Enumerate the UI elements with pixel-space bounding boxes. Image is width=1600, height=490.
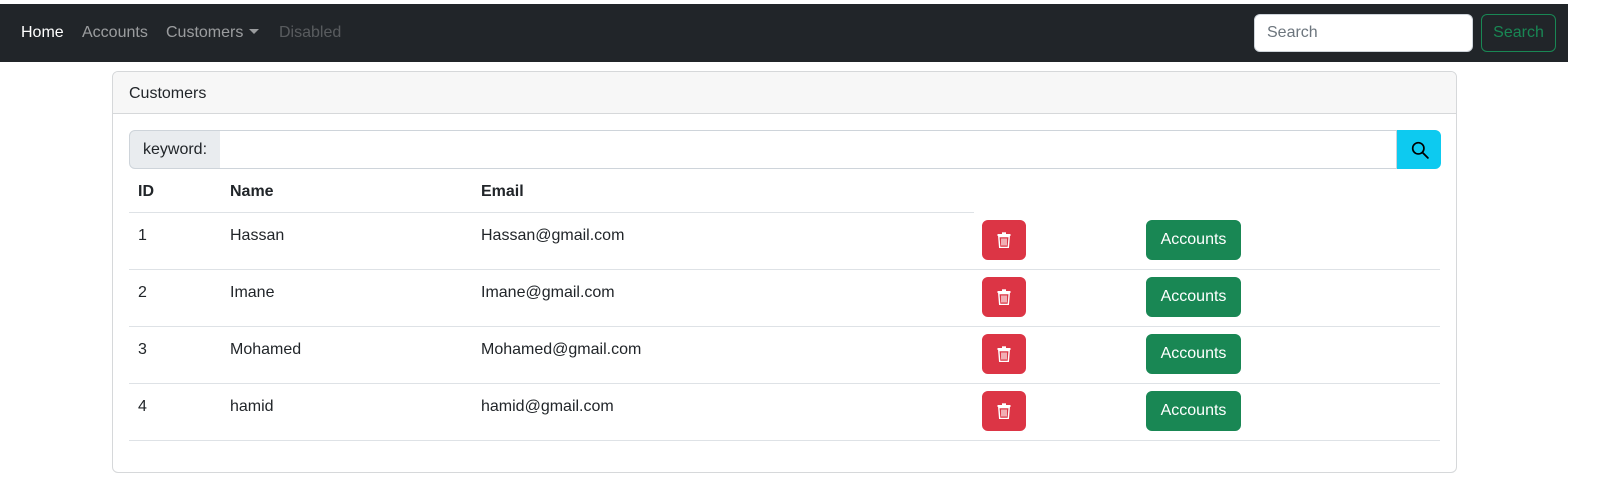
cell-email: Mohamed@gmail.com — [481, 341, 642, 358]
page-scrollbar-area — [1568, 0, 1600, 490]
card-title: Customers — [129, 85, 207, 102]
cell-email: hamid@gmail.com — [481, 398, 614, 415]
navbar-search-button[interactable]: Search — [1481, 14, 1556, 52]
cell-name: Imane — [230, 284, 275, 301]
navbar-search-input[interactable] — [1254, 14, 1473, 52]
nav-dropdown-customers[interactable]: Customers — [166, 23, 260, 43]
delete-button[interactable] — [982, 391, 1026, 431]
nav-link-customers-label: Customers — [166, 24, 244, 41]
accounts-button[interactable]: Accounts — [1146, 391, 1241, 431]
cell-id: 3 — [138, 341, 147, 358]
table-row: 4 hamid hamid@gmail.com Accounts — [129, 384, 1440, 441]
nav-link-disabled: Disabled — [279, 24, 342, 41]
customers-card: Customers keyword: ID Name Email 1 Hassa… — [112, 71, 1457, 473]
accounts-button[interactable]: Accounts — [1146, 277, 1241, 317]
cell-name: hamid — [230, 398, 274, 415]
nav-link-accounts[interactable]: Accounts — [82, 23, 148, 43]
trash-icon — [997, 289, 1011, 305]
keyword-search-button[interactable] — [1397, 130, 1441, 169]
card-header: Customers — [113, 72, 1456, 114]
keyword-input[interactable] — [220, 130, 1397, 169]
cell-id: 1 — [138, 227, 147, 244]
navbar: Home Accounts Customers Disabled Search — [0, 4, 1568, 62]
delete-button[interactable] — [982, 277, 1026, 317]
table-row: 1 Hassan Hassan@gmail.com Accounts — [129, 213, 1440, 270]
cell-id: 2 — [138, 284, 147, 301]
column-header-id: ID — [138, 183, 154, 200]
trash-icon — [997, 403, 1011, 419]
accounts-button[interactable]: Accounts — [1146, 220, 1241, 260]
column-header-email: Email — [481, 183, 524, 200]
trash-icon — [997, 346, 1011, 362]
nav-link-home[interactable]: Home — [21, 23, 64, 43]
search-icon — [1411, 141, 1429, 159]
table-row: 3 Mohamed Mohamed@gmail.com Accounts — [129, 327, 1440, 384]
accounts-button[interactable]: Accounts — [1146, 334, 1241, 374]
table-row: 2 Imane Imane@gmail.com Accounts — [129, 270, 1440, 327]
delete-button[interactable] — [982, 334, 1026, 374]
cell-name: Mohamed — [230, 341, 302, 358]
cell-id: 4 — [138, 398, 147, 415]
keyword-label: keyword: — [129, 130, 221, 169]
caret-down-icon — [249, 29, 260, 34]
trash-icon — [997, 232, 1011, 248]
cell-email: Hassan@gmail.com — [481, 227, 625, 244]
cell-email: Imane@gmail.com — [481, 284, 615, 301]
cell-name: Hassan — [230, 227, 285, 244]
delete-button[interactable] — [982, 220, 1026, 260]
column-header-name: Name — [230, 183, 274, 200]
